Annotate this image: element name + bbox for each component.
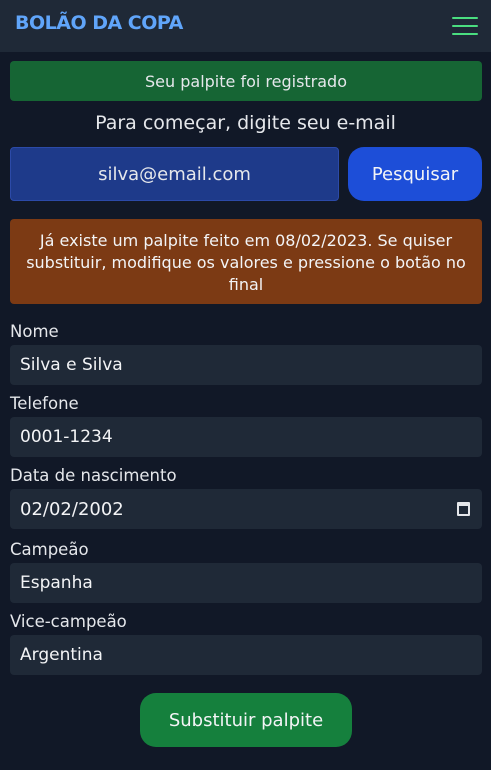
phone-label: Telefone	[10, 394, 79, 413]
success-alert: Seu palpite foi registrado	[10, 61, 482, 101]
calendar-icon[interactable]	[457, 502, 470, 516]
email-search-input[interactable]	[10, 147, 339, 201]
birthdate-label: Data de nascimento	[10, 466, 177, 485]
top-navbar: BOLÃO DA COPA	[0, 0, 491, 52]
brand-logo[interactable]: BOLÃO DA COPA	[15, 12, 183, 34]
runner-up-label: Vice-campeão	[10, 612, 127, 631]
name-input[interactable]	[10, 345, 482, 385]
champion-label: Campeão	[10, 540, 89, 559]
email-prompt: Para começar, digite seu e-mail	[95, 112, 396, 134]
birthdate-input[interactable]: 02/02/2002	[10, 489, 482, 529]
hamburger-menu-icon[interactable]	[452, 15, 478, 37]
birthdate-value: 02/02/2002	[20, 499, 124, 520]
existing-guess-warning: Já existe um palpite feito em 08/02/2023…	[10, 219, 482, 304]
replace-guess-button[interactable]: Substituir palpite	[140, 693, 352, 747]
phone-input[interactable]	[10, 417, 482, 457]
champion-input[interactable]	[10, 563, 482, 603]
runner-up-input[interactable]	[10, 635, 482, 675]
menu-bar	[452, 33, 478, 35]
name-label: Nome	[10, 322, 59, 341]
menu-bar	[452, 25, 478, 27]
menu-bar	[452, 17, 478, 19]
search-button[interactable]: Pesquisar	[348, 147, 482, 201]
